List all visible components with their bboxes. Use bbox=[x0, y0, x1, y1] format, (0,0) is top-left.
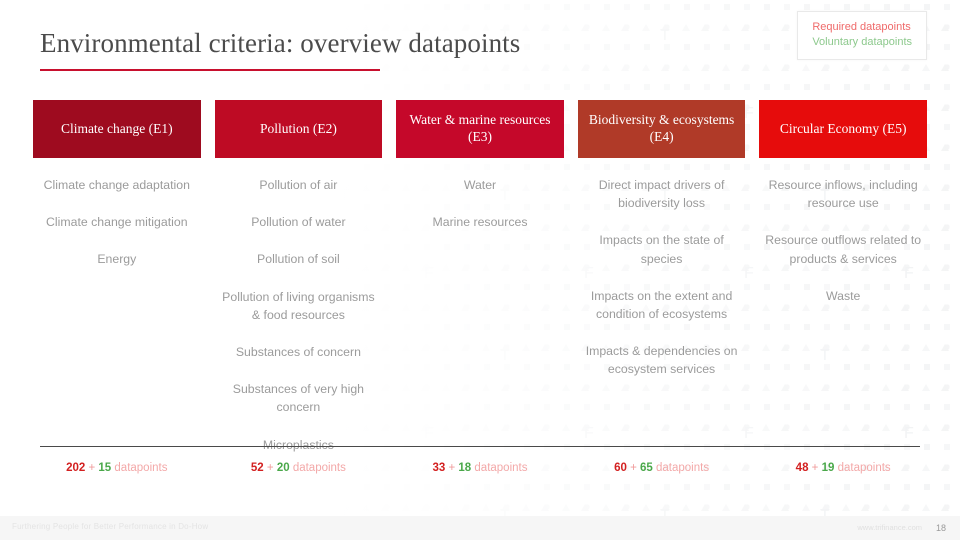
list-item: Pollution of water bbox=[251, 215, 346, 230]
footer-tagline: Furthering People for Better Performance… bbox=[12, 522, 209, 531]
total-plus-sign: + bbox=[630, 462, 637, 474]
total-e2: 52 + 20 datapoints bbox=[215, 462, 383, 474]
column-e2: Pollution (E2) Pollution of air Pollutio… bbox=[214, 100, 383, 452]
total-voluntary-count: 18 bbox=[458, 462, 472, 474]
totals-row: 202 + 15 datapoints 52 + 20 datapoints 3… bbox=[33, 462, 927, 474]
total-e3: 33 + 18 datapoints bbox=[396, 462, 564, 474]
legend-box: Required datapoints Voluntary datapoints bbox=[797, 11, 927, 60]
total-e1: 202 + 15 datapoints bbox=[33, 462, 201, 474]
column-e4: Biodiversity & ecosystems (E4) Direct im… bbox=[577, 100, 746, 430]
column-items-e5: Resource inflows, including resource use… bbox=[759, 176, 927, 305]
column-header-e2: Pollution (E2) bbox=[214, 100, 383, 158]
list-item: Marine resources bbox=[432, 215, 528, 230]
total-voluntary-count: 15 bbox=[98, 462, 112, 474]
total-required-count: 33 bbox=[432, 462, 446, 474]
column-items-e4: Direct impact drivers of biodiversity lo… bbox=[578, 176, 746, 379]
list-item: Direct impact drivers of biodiversity lo… bbox=[598, 178, 725, 211]
list-item: Pollution of soil bbox=[257, 252, 340, 267]
column-header-e4: Biodiversity & ecosystems (E4) bbox=[577, 100, 746, 158]
total-required-count: 52 bbox=[250, 462, 264, 474]
total-voluntary-count: 19 bbox=[821, 462, 835, 474]
total-unit-label: datapoints bbox=[837, 462, 891, 474]
column-items-e2: Pollution of air Pollution of water Poll… bbox=[215, 176, 383, 454]
total-e4: 60 + 65 datapoints bbox=[578, 462, 746, 474]
column-e3: Water & marine resources (E3) Water Mari… bbox=[396, 100, 564, 430]
total-plus-sign: + bbox=[266, 462, 274, 474]
page-number: 18 bbox=[935, 523, 946, 533]
list-item: Pollution of living organisms & food res… bbox=[222, 289, 375, 322]
column-e5: Circular Economy (E5) Resource inflows, … bbox=[759, 100, 927, 430]
list-item: Substances of very high concern bbox=[232, 382, 365, 415]
list-item: Impacts & dependencies on ecosystem serv… bbox=[585, 344, 738, 377]
column-header-e1: Climate change (E1) bbox=[33, 100, 201, 158]
total-required-count: 48 bbox=[795, 462, 809, 474]
list-item: Water bbox=[463, 178, 497, 192]
list-item: Microplastics bbox=[262, 437, 334, 452]
slide-canvas: Environmental criteria: overview datapoi… bbox=[0, 0, 960, 540]
list-item: Climate change mitigation bbox=[46, 215, 188, 230]
total-unit-label: datapoints bbox=[656, 462, 710, 474]
column-header-e5: Circular Economy (E5) bbox=[759, 100, 927, 158]
criteria-columns: Climate change (E1) Climate change adapt… bbox=[33, 100, 927, 452]
list-item: Climate change adaptation bbox=[43, 178, 190, 192]
legend-required-label: Required datapoints bbox=[812, 21, 911, 33]
total-required-count: 202 bbox=[66, 462, 86, 474]
column-items-e1: Climate change adaptation Climate change… bbox=[33, 176, 201, 269]
total-voluntary-count: 20 bbox=[276, 462, 290, 474]
column-items-e3: Water Marine resources bbox=[396, 176, 564, 231]
list-item: Impacts on the extent and condition of e… bbox=[590, 288, 733, 321]
total-required-count: 60 bbox=[614, 462, 627, 474]
list-item: Resource outflows related to products & … bbox=[765, 233, 922, 266]
footer-url: www.trifinance.com bbox=[857, 523, 922, 532]
list-item: Energy bbox=[97, 252, 137, 267]
list-item: Substances of concern bbox=[235, 344, 361, 359]
total-e5: 48 + 19 datapoints bbox=[759, 462, 927, 474]
total-unit-label: datapoints bbox=[114, 462, 168, 474]
list-item: Impacts on the state of species bbox=[599, 233, 724, 266]
legend-voluntary-label: Voluntary datapoints bbox=[812, 35, 912, 48]
column-header-e3: Water & marine resources (E3) bbox=[396, 100, 564, 158]
column-e1: Climate change (E1) Climate change adapt… bbox=[33, 100, 201, 430]
list-item: Waste bbox=[825, 288, 861, 303]
list-item: Pollution of air bbox=[259, 178, 338, 192]
total-unit-label: datapoints bbox=[292, 462, 346, 474]
page-title: Environmental criteria: overview datapoi… bbox=[40, 28, 521, 58]
totals-divider bbox=[40, 446, 920, 448]
slide-footer: Furthering People for Better Performance… bbox=[0, 516, 960, 540]
title-underline bbox=[40, 69, 380, 71]
total-voluntary-count: 65 bbox=[640, 462, 653, 474]
total-unit-label: datapoints bbox=[474, 462, 528, 474]
list-item: Resource inflows, including resource use bbox=[768, 178, 918, 211]
